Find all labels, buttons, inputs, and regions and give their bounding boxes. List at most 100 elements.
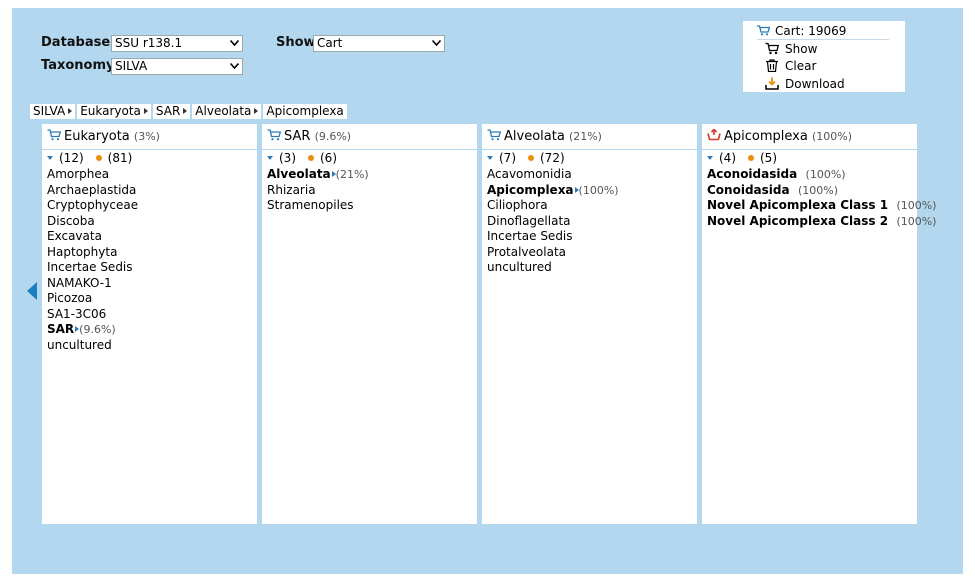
taxon-item[interactable]: uncultured [47,338,138,354]
caret-right-icon [143,108,148,114]
chevron-down-icon [230,63,239,69]
expand-triangle-icon[interactable] [267,156,273,160]
taxon-item[interactable]: Aconoidasida (100%) [707,167,936,183]
taxon-item[interactable]: Stramenopiles [267,198,369,214]
leaf-count: (5) [760,151,777,165]
cart-icon[interactable] [47,125,62,141]
breadcrumb-item[interactable]: Alveolata [192,104,262,119]
child-count: (12) [59,151,84,165]
taxon-label: Acavomonidia [487,167,572,181]
cart-show-label: Show [785,42,818,56]
download-icon [765,77,779,90]
taxon-item[interactable]: NAMAKO-1 [47,276,138,292]
taxon-item[interactable]: Novel Apicomplexa Class 1 (100%) [707,198,936,214]
taxon-percent: (100%) [805,168,846,181]
taxonomy-select[interactable]: SILVA [111,58,243,75]
breadcrumb-item[interactable]: SILVA [30,104,76,119]
scroll-left-arrow-icon[interactable] [27,282,37,300]
column-header: Apicomplexa (100%) [702,124,917,150]
breadcrumb-label: Alveolata [195,104,252,118]
leaf-dot-icon [528,155,534,161]
taxon-item[interactable]: Novel Apicomplexa Class 2 (100%) [707,214,936,230]
leaf-count: (81) [107,151,133,165]
taxon-label: Novel Apicomplexa Class 2 [707,213,889,228]
cart-download-label: Download [785,77,845,91]
breadcrumb-item[interactable]: SAR [152,104,191,119]
chevron-down-icon [432,40,441,46]
taxon-item[interactable]: Picozoa [47,291,138,307]
taxon-list: Amorphea Archaeplastida Cryptophyceae Disco… [47,167,138,353]
taxon-label: Rhizaria [267,182,316,197]
caret-right-icon [68,108,73,114]
taxon-label: NAMAKO-1 [47,275,112,290]
cart-remove-icon[interactable] [707,125,721,141]
column-title[interactable]: Alveolata [504,129,565,144]
column-percent: (9.6%) [314,130,352,143]
taxon-list: Acavomonidia Apicomplexa (100%) Ciliophora D… [487,167,619,276]
column-percent: (21%) [568,130,602,143]
taxon-item[interactable]: Alveolata (21%) [267,167,369,183]
expand-triangle-icon[interactable] [707,156,713,160]
taxon-label: Picozoa [47,291,93,305]
taxon-item[interactable]: Dinoflagellata [487,214,619,230]
breadcrumb-item-current[interactable]: Apicomplexa [263,104,347,119]
breadcrumb-label: Eukaryota [80,104,141,118]
column-header: Alveolata (21%) [482,124,697,150]
cart-icon[interactable] [267,125,282,141]
leaf-dot-icon [95,155,102,161]
cart-icon[interactable] [487,125,502,141]
database-select[interactable]: SSU r138.1 [111,35,243,52]
caret-right-icon [183,108,188,114]
taxon-item[interactable]: Ciliophora [487,198,619,214]
taxon-label: Ciliophora [487,198,548,212]
taxon-item[interactable]: Protalveolata [487,245,619,261]
column-title[interactable]: Eukaryota [64,129,130,144]
column-counts: (4) (5) [707,151,777,165]
taxon-item[interactable]: Acavomonidia [487,167,619,183]
taxon-item[interactable]: Conoidasida (100%) [707,183,936,199]
breadcrumb: SILVA Eukaryota SAR Alveolata Apicomplexa [30,104,349,119]
taxon-item[interactable]: Rhizaria [267,183,369,199]
taxon-item[interactable]: SA1-3C06 [47,307,138,323]
leaf-count: (6) [320,151,337,165]
taxon-item[interactable]: Cryptophyceae [47,198,138,214]
taxon-item[interactable]: Haptophyta [47,245,138,261]
cart-clear-link[interactable]: Clear [765,58,816,74]
taxonomy-column: Alveolata (21%) (7) (72) Acavomonidia Apicom… [482,124,697,524]
taxon-item[interactable]: Archaeplastida [47,183,138,199]
taxon-percent: (9.6%) [79,323,116,336]
show-select[interactable]: Cart [313,35,445,52]
taxon-label: Alveolata [267,167,331,181]
cart-icon [757,25,771,36]
taxon-label: SAR [47,322,75,336]
taxon-item[interactable]: Discoba [47,214,138,230]
column-percent: (100%) [811,130,852,143]
taxon-item[interactable]: Apicomplexa (100%) [487,183,619,199]
taxon-item[interactable]: Incertae Sedis [47,260,138,276]
taxon-list: Alveolata (21%) Rhizaria Stramenopiles [267,167,369,214]
taxon-item[interactable]: uncultured [487,260,619,276]
taxon-item[interactable]: Incertae Sedis [487,229,619,245]
column-title[interactable]: Apicomplexa [724,129,808,144]
taxon-percent: (100%) [797,183,838,197]
cart-show-link[interactable]: Show [765,41,817,57]
taxon-item[interactable]: Amorphea [47,167,138,183]
taxon-label: Aconoidasida [707,167,798,181]
child-count: (3) [279,151,296,165]
breadcrumb-label: SAR [155,104,181,118]
column-title[interactable]: SAR [284,129,310,144]
expand-triangle-icon[interactable] [487,156,493,160]
expand-triangle-icon[interactable] [47,156,53,160]
database-label: Database [41,35,111,50]
caret-right-icon [254,108,259,114]
taxon-percent: (100%) [896,199,937,212]
breadcrumb-item[interactable]: Eukaryota [77,104,151,119]
taxon-item[interactable]: SAR (9.6%) [47,322,138,338]
taxonomy-column: Apicomplexa (100%) (4) (5) Aconoidasida (10… [702,124,936,524]
cart-download-link[interactable]: Download [765,76,845,92]
trash-icon [766,59,778,72]
column-header: SAR (9.6%) [262,124,477,150]
column-counts: (12) (81) [47,151,132,165]
taxon-label: Novel Apicomplexa Class 1 [707,198,889,212]
taxon-item[interactable]: Excavata [47,229,138,245]
